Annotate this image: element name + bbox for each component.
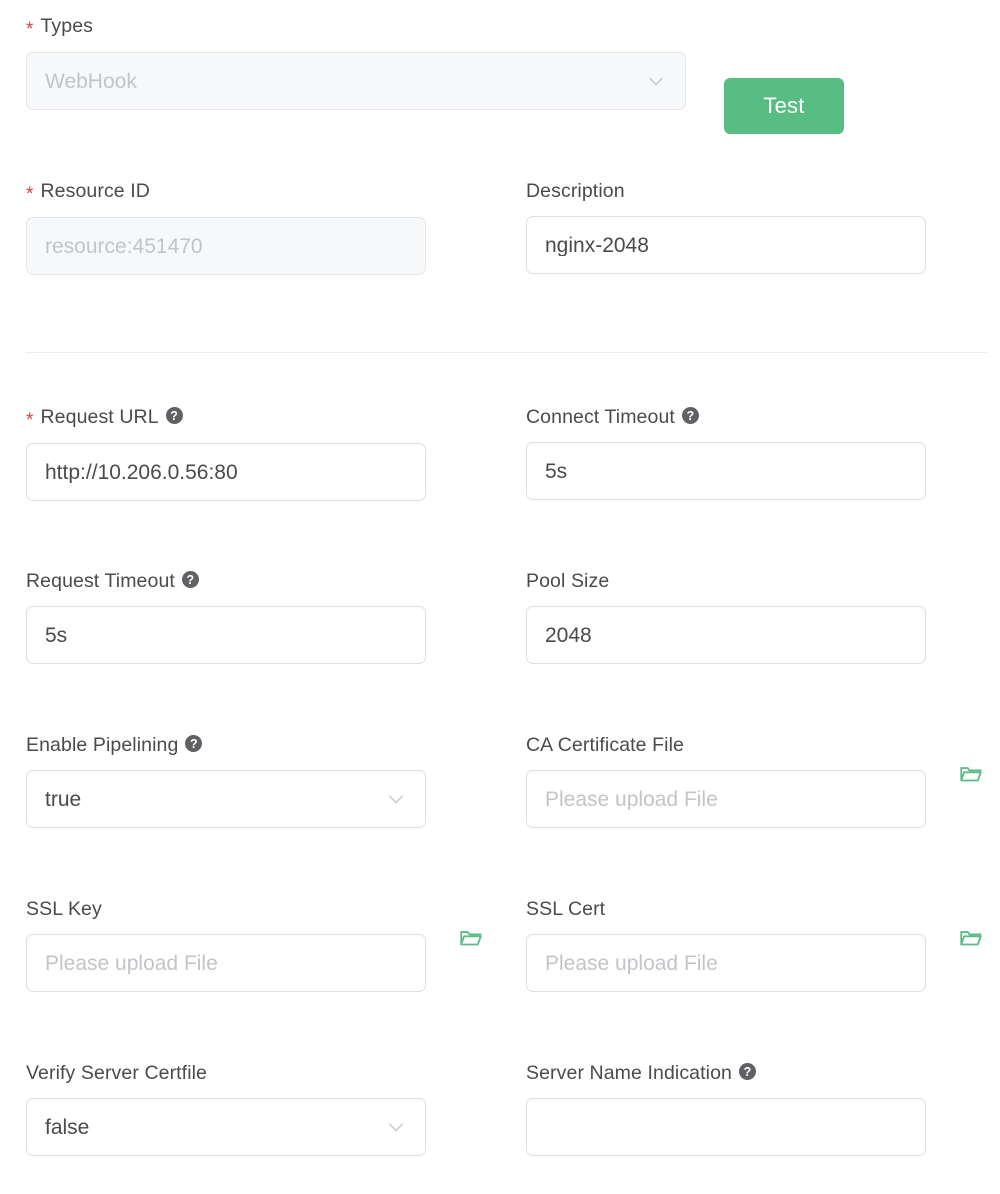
label-request-url: * Request URL? [26,405,426,431]
field-group-connect-timeout: Connect Timeout? 5s [526,405,926,500]
field-group-ssl-cert: SSL Cert Please upload File [526,897,982,992]
server-name-indication-input[interactable] [526,1098,926,1156]
label-request-url-text: Request URL [40,406,159,428]
help-question-icon[interactable]: ? [165,407,183,425]
label-resource-id-text: Resource ID [40,180,150,202]
label-types: * Types [26,14,426,40]
ssl-key-upload-button[interactable] [454,910,488,968]
types-select[interactable]: WebHook [26,52,686,110]
field-group-request-timeout: Request Timeout? 5s [26,569,426,664]
field-group-pool-size: Pool Size 2048 [526,569,926,664]
help-question-icon[interactable]: ? [185,735,203,753]
label-ssl-key: SSL Key [26,898,102,920]
connect-timeout-input[interactable]: 5s [526,442,926,500]
ca-certificate-file-input[interactable]: Please upload File [526,770,926,828]
label-resource-id: * Resource ID [26,179,426,205]
label-server-name-indication: Server Name Indication? [526,1061,926,1085]
description-input[interactable]: nginx-2048 [526,216,926,274]
label-connect-timeout-text: Connect Timeout [526,406,675,428]
label-pool-size: Pool Size [526,570,610,592]
pool-size-input[interactable]: 2048 [526,606,926,664]
help-question-icon[interactable]: ? [738,1063,756,1081]
enable-pipelining-select[interactable]: true [26,770,426,828]
resource-id-input[interactable]: resource:451470 [26,217,426,275]
chevron-down-icon [645,70,667,92]
form-row-url-connect-timeout: * Request URL? http://10.206.0.56:80 Conn… [0,405,1000,525]
form-row-pipelining-ca-cert: Enable Pipelining? true CA Certificate F… [0,733,1000,853]
request-url-value: http://10.206.0.56:80 [45,461,238,483]
label-ssl-cert: SSL Cert [526,898,606,920]
label-enable-pipelining: Enable Pipelining? [26,733,426,757]
ssl-cert-upload-button[interactable] [954,910,988,968]
request-url-input[interactable]: http://10.206.0.56:80 [26,443,426,501]
field-group-ca-certificate-file: CA Certificate File Please upload File [526,733,982,828]
resource-id-placeholder: resource:451470 [45,235,203,257]
label-request-timeout-text: Request Timeout [26,570,175,592]
label-connect-timeout: Connect Timeout? [526,405,926,429]
field-group-description: Description nginx-2048 [526,179,926,274]
chevron-down-icon [385,1116,407,1138]
form-row-verify-certfile-sni: Verify Server Certfile false Server Name… [0,1061,1000,1181]
ssl-cert-placeholder: Please upload File [545,952,718,974]
form-row-types: * Types WebHook Test [0,14,1000,134]
folder-open-icon [958,925,984,954]
form-row-ssl-key-cert: SSL Key Please upload File SSL Cert Plea… [0,897,1000,1017]
pool-size-value: 2048 [545,624,592,646]
label-types-text: Types [40,15,94,37]
request-timeout-value: 5s [45,624,68,646]
label-server-name-indication-text: Server Name Indication [526,1062,732,1084]
connect-timeout-value: 5s [545,460,568,482]
required-asterisk: * [26,410,34,431]
ssl-cert-input[interactable]: Please upload File [526,934,926,992]
folder-open-icon [458,925,484,954]
ca-certificate-upload-button[interactable] [954,746,988,804]
field-group-request-url: * Request URL? http://10.206.0.56:80 [26,405,426,501]
verify-server-certfile-value: false [45,1116,90,1138]
required-asterisk: * [26,19,34,40]
chevron-down-icon [385,788,407,810]
required-asterisk: * [26,184,34,205]
verify-server-certfile-select[interactable]: false [26,1098,426,1156]
help-question-icon[interactable]: ? [181,571,199,589]
help-question-icon[interactable]: ? [681,407,699,425]
field-group-server-name-indication: Server Name Indication? [526,1061,926,1156]
label-description: Description [526,180,625,202]
folder-open-icon [958,761,984,790]
form-row-request-timeout-pool-size: Request Timeout? 5s Pool Size 2048 [0,569,1000,689]
test-button[interactable]: Test [724,78,844,134]
description-value: nginx-2048 [545,234,649,256]
label-enable-pipelining-text: Enable Pipelining [26,734,179,756]
section-divider [26,352,988,353]
ssl-key-input[interactable]: Please upload File [26,934,426,992]
field-group-enable-pipelining: Enable Pipelining? true [26,733,426,828]
webhook-resource-form: * Types WebHook Test * Resource ID resourc… [0,0,1000,1194]
form-row-resource-description: * Resource ID resource:451470 Description… [0,179,1000,299]
field-group-types: * Types WebHook [26,14,686,110]
label-ca-certificate-file: CA Certificate File [526,734,684,756]
enable-pipelining-value: true [45,788,82,810]
field-group-ssl-key: SSL Key Please upload File [26,897,482,992]
ca-certificate-file-placeholder: Please upload File [545,788,718,810]
label-request-timeout: Request Timeout? [26,569,426,593]
field-group-resource-id: * Resource ID resource:451470 [26,179,426,275]
field-group-verify-server-certfile: Verify Server Certfile false [26,1061,426,1156]
ssl-key-placeholder: Please upload File [45,952,218,974]
label-verify-server-certfile: Verify Server Certfile [26,1062,208,1084]
types-select-value: WebHook [45,70,137,92]
request-timeout-input[interactable]: 5s [26,606,426,664]
